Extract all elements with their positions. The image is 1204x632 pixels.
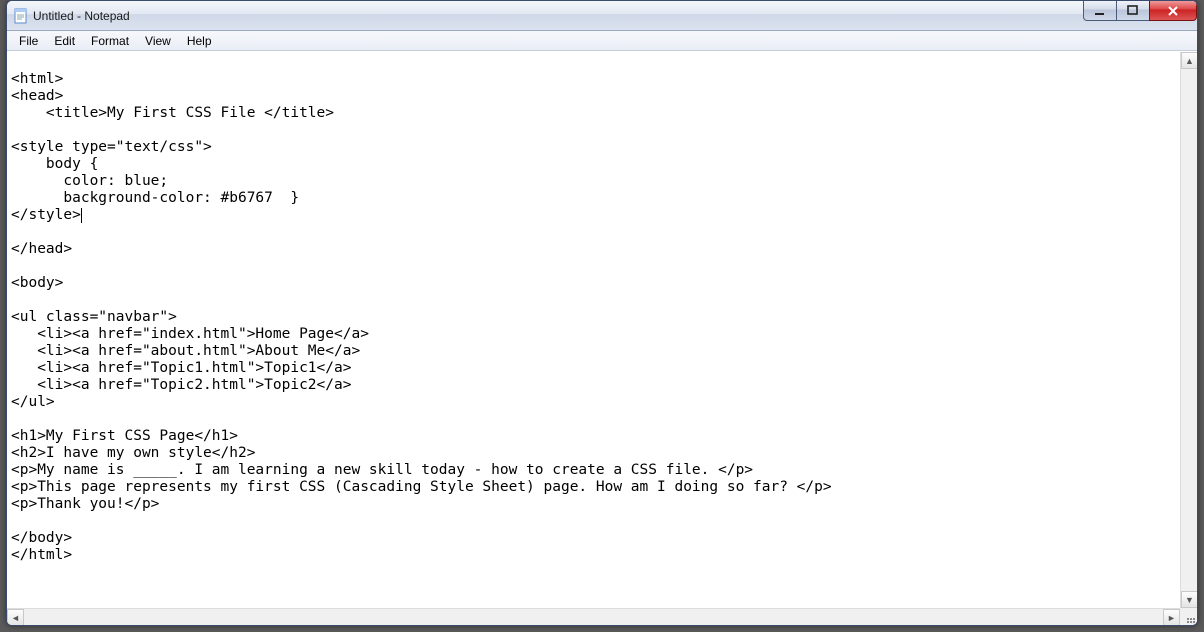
scroll-left-button[interactable]: ◄ [7,609,24,625]
menu-format[interactable]: Format [83,32,137,50]
window-controls [1084,1,1197,21]
maximize-button[interactable] [1116,1,1150,21]
scroll-up-button[interactable]: ▲ [1181,52,1197,69]
notepad-window: Untitled - Notepad File Edit Format View… [6,0,1198,626]
scroll-right-button[interactable]: ► [1163,609,1180,625]
titlebar[interactable]: Untitled - Notepad [7,1,1197,31]
horizontal-scrollbar[interactable]: ◄ ► [7,608,1180,625]
scroll-down-button[interactable]: ▼ [1181,591,1197,608]
close-button[interactable] [1149,1,1197,21]
minimize-button[interactable] [1083,1,1117,21]
text-caret [81,208,82,223]
window-title: Untitled - Notepad [33,9,130,23]
menubar: File Edit Format View Help [7,31,1197,51]
menu-view[interactable]: View [137,32,179,50]
vertical-scrollbar[interactable]: ▲ ▼ [1180,52,1197,608]
menu-help[interactable]: Help [179,32,220,50]
text-editor[interactable]: <html> <head> <title>My First CSS File <… [7,52,1180,608]
vscroll-track[interactable] [1181,69,1197,591]
menu-file[interactable]: File [11,32,46,50]
resize-grip[interactable] [1180,608,1197,625]
menu-edit[interactable]: Edit [46,32,83,50]
hscroll-track[interactable] [24,609,1163,625]
notepad-icon [13,8,29,24]
client-area: <html> <head> <title>My First CSS File <… [7,51,1197,625]
